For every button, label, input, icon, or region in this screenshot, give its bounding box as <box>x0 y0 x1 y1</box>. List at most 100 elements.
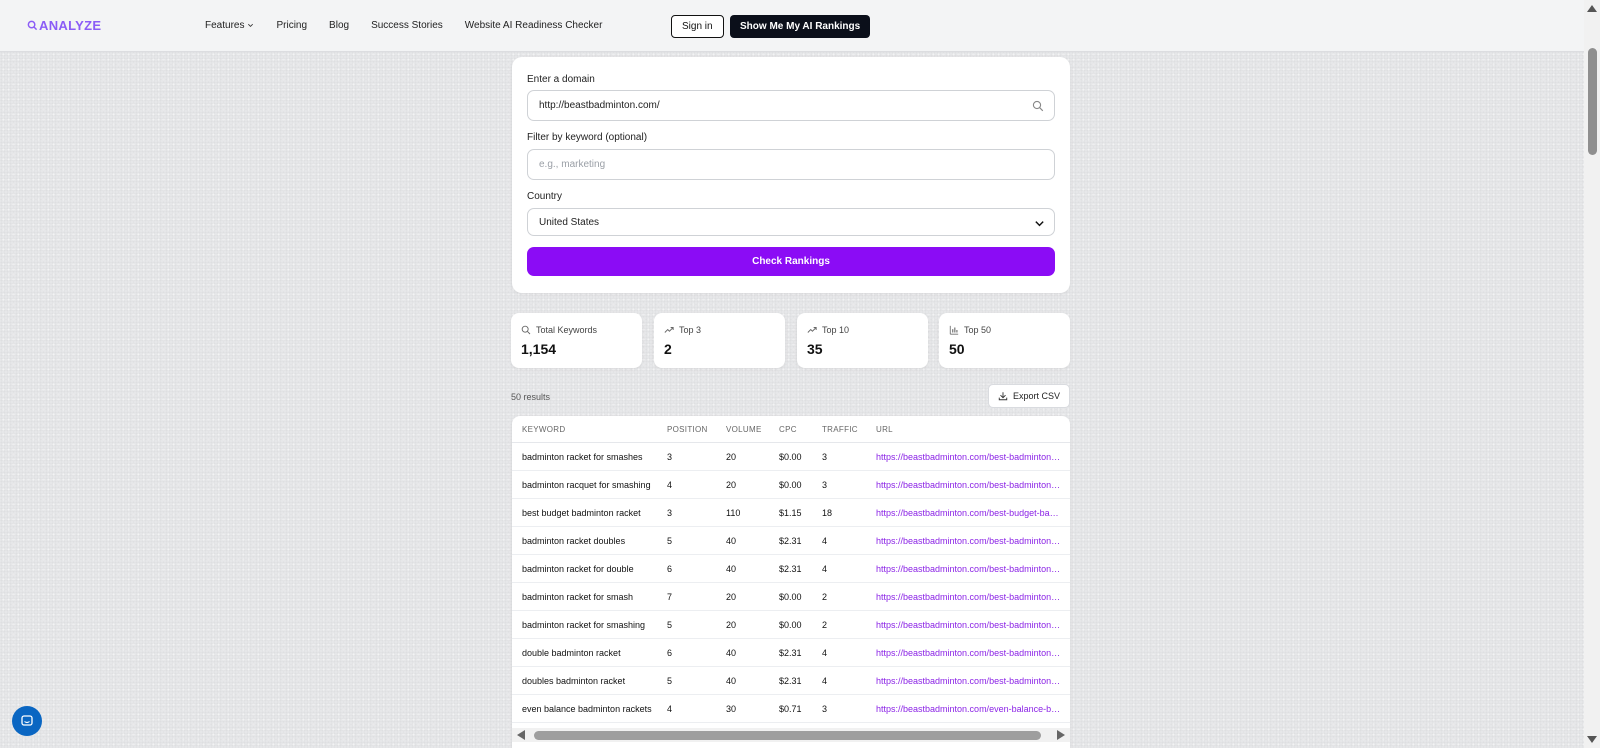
table-row[interactable]: badminton racket doubles 5 40 $2.31 4 https:/… <box>512 527 1070 555</box>
cell-url[interactable]: https://beastbadminton.com/best-budget-b… <box>876 508 1062 518</box>
table-row[interactable]: badminton racket for smashes 3 20 $0.00 3 htt… <box>512 443 1070 471</box>
cell-cpc: $0.00 <box>779 620 802 630</box>
scroll-left-arrow[interactable] <box>517 730 525 740</box>
cell-keyword: even balance badminton rackets <box>522 704 652 714</box>
cell-keyword: badminton racket doubles <box>522 536 626 546</box>
cell-keyword: badminton racquet for smashing <box>522 480 651 490</box>
column-keyword[interactable]: KEYWORD <box>522 425 565 434</box>
show-ai-rankings-button[interactable]: Show Me My AI Rankings <box>730 15 871 38</box>
scrollbar-thumb[interactable] <box>534 731 1041 740</box>
cell-volume: 20 <box>726 452 737 462</box>
nav-features-label: Features <box>205 20 245 31</box>
cell-traffic: 2 <box>822 592 828 602</box>
nav-blog[interactable]: Blog <box>329 20 349 31</box>
stat-label: Top 3 <box>679 325 702 335</box>
stat-label-row: Top 3 <box>664 325 701 335</box>
cell-volume: 30 <box>726 704 737 714</box>
stat-total-keywords: Total Keywords 1,154 <box>511 313 642 368</box>
rankings-table: KEYWORD POSITION VOLUME CPC TRAFFIC URL … <box>512 416 1070 748</box>
cell-url[interactable]: https://beastbadminton.com/best-badminto… <box>876 676 1062 686</box>
cell-keyword: badminton racket for smashes <box>522 452 643 462</box>
cell-url[interactable]: https://beastbadminton.com/best-badminto… <box>876 648 1062 658</box>
export-csv-button[interactable]: Export CSV <box>988 384 1070 408</box>
column-volume[interactable]: VOLUME <box>726 425 762 434</box>
nav-features[interactable]: Features <box>205 20 254 31</box>
brand-logo[interactable]: ANALYZE <box>27 18 101 33</box>
check-rankings-button[interactable]: Check Rankings <box>527 247 1055 276</box>
cell-keyword: badminton racket for smashing <box>522 620 646 630</box>
cell-traffic: 4 <box>822 648 828 658</box>
cell-keyword: best budget badminton racket <box>522 508 641 518</box>
stat-top-10: Top 10 35 <box>797 313 928 368</box>
cell-traffic: 4 <box>822 536 828 546</box>
column-traffic[interactable]: TRAFFIC <box>822 425 858 434</box>
table-row[interactable]: best budget badminton racket 3 110 $1.15 18 h… <box>512 499 1070 527</box>
stat-label-row: Top 10 <box>807 325 849 335</box>
cell-cpc: $2.31 <box>779 676 802 686</box>
table-row[interactable]: badminton racket for smashing 5 20 $0.00 2 ht… <box>512 611 1070 639</box>
cell-url[interactable]: https://beastbadminton.com/best-badminto… <box>876 620 1062 630</box>
table-row[interactable]: even balance badminton rackets 4 30 $0.71 3 h… <box>512 695 1070 723</box>
cell-keyword: doubles badminton racket <box>522 676 626 686</box>
cell-volume: 40 <box>726 648 737 658</box>
domain-input-value: http://beastbadminton.com/ <box>539 100 660 111</box>
results-count: 50 results <box>511 392 551 402</box>
domain-input[interactable]: http://beastbadminton.com/ <box>527 90 1055 121</box>
cell-url[interactable]: https://beastbadminton.com/best-badminto… <box>876 452 1062 462</box>
main-nav: Features Pricing Blog Success Stories We… <box>205 20 602 31</box>
chat-widget-button[interactable] <box>12 706 42 736</box>
nav-ai-readiness-checker[interactable]: Website AI Readiness Checker <box>465 20 603 31</box>
keyword-filter-input[interactable]: e.g., marketing <box>527 149 1055 180</box>
table-row[interactable]: badminton racket for double 6 40 $2.31 4 http… <box>512 555 1070 583</box>
scroll-up-arrow[interactable] <box>1587 5 1597 12</box>
cell-url[interactable]: https://beastbadminton.com/best-badminto… <box>876 592 1062 602</box>
stat-top-50: Top 50 50 <box>939 313 1070 368</box>
column-cpc[interactable]: CPC <box>779 425 797 434</box>
nav-pricing[interactable]: Pricing <box>276 20 307 31</box>
cell-keyword: double badminton racket <box>522 648 621 658</box>
column-url[interactable]: URL <box>876 425 893 434</box>
cell-position: 5 <box>667 620 673 630</box>
nav-success-stories[interactable]: Success Stories <box>371 20 443 31</box>
scroll-right-arrow[interactable] <box>1057 730 1065 740</box>
cell-cpc: $0.00 <box>779 592 802 602</box>
cell-position: 4 <box>667 480 673 490</box>
table-row[interactable]: doubles badminton racket 5 40 $2.31 4 https:/… <box>512 667 1070 695</box>
search-icon <box>1032 100 1044 112</box>
table-row[interactable]: badminton racket for smash 7 20 $0.00 2 https… <box>512 583 1070 611</box>
bar-chart-icon <box>949 325 959 335</box>
column-position[interactable]: POSITION <box>667 425 708 434</box>
country-select-value: United States <box>539 216 600 228</box>
cell-volume: 20 <box>726 592 737 602</box>
vertical-scrollbar[interactable] <box>1584 0 1600 748</box>
table-header: KEYWORD POSITION VOLUME CPC TRAFFIC URL <box>512 416 1070 443</box>
scrollbar-thumb[interactable] <box>1588 48 1597 155</box>
cell-url[interactable]: https://beastbadminton.com/best-badminto… <box>876 564 1062 574</box>
stat-value: 2 <box>664 341 672 357</box>
keyword-filter-label: Filter by keyword (optional) <box>527 132 648 143</box>
cell-url[interactable]: https://beastbadminton.com/best-badminto… <box>876 536 1062 546</box>
cell-url[interactable]: https://beastbadminton.com/best-badminto… <box>876 480 1062 490</box>
cell-keyword: badminton racket for smash <box>522 592 634 602</box>
stat-label-row: Total Keywords <box>521 325 597 335</box>
table-row[interactable]: badminton racquet for smashing 4 20 $0.00 3 h… <box>512 471 1070 499</box>
sign-in-button[interactable]: Sign in <box>671 15 724 38</box>
cell-position: 4 <box>667 704 673 714</box>
cell-cpc: $0.00 <box>779 452 802 462</box>
stat-value: 1,154 <box>521 341 557 357</box>
cell-traffic: 4 <box>822 564 828 574</box>
cell-traffic: 4 <box>822 676 828 686</box>
cell-position: 5 <box>667 676 673 686</box>
cell-url[interactable]: https://beastbadminton.com/even-balance-… <box>876 704 1062 714</box>
cell-traffic: 2 <box>822 620 828 630</box>
scroll-down-arrow[interactable] <box>1587 736 1597 743</box>
table-row[interactable]: double badminton racket 6 40 $2.31 4 https://… <box>512 639 1070 667</box>
stat-label: Total Keywords <box>536 325 598 335</box>
cell-volume: 20 <box>726 620 737 630</box>
country-select[interactable]: United States <box>527 208 1055 236</box>
stat-label: Top 10 <box>822 325 850 335</box>
trending-up-icon <box>664 327 674 333</box>
stat-label: Top 50 <box>964 325 992 335</box>
horizontal-scrollbar[interactable] <box>512 728 1070 742</box>
trending-up-icon <box>807 327 817 333</box>
